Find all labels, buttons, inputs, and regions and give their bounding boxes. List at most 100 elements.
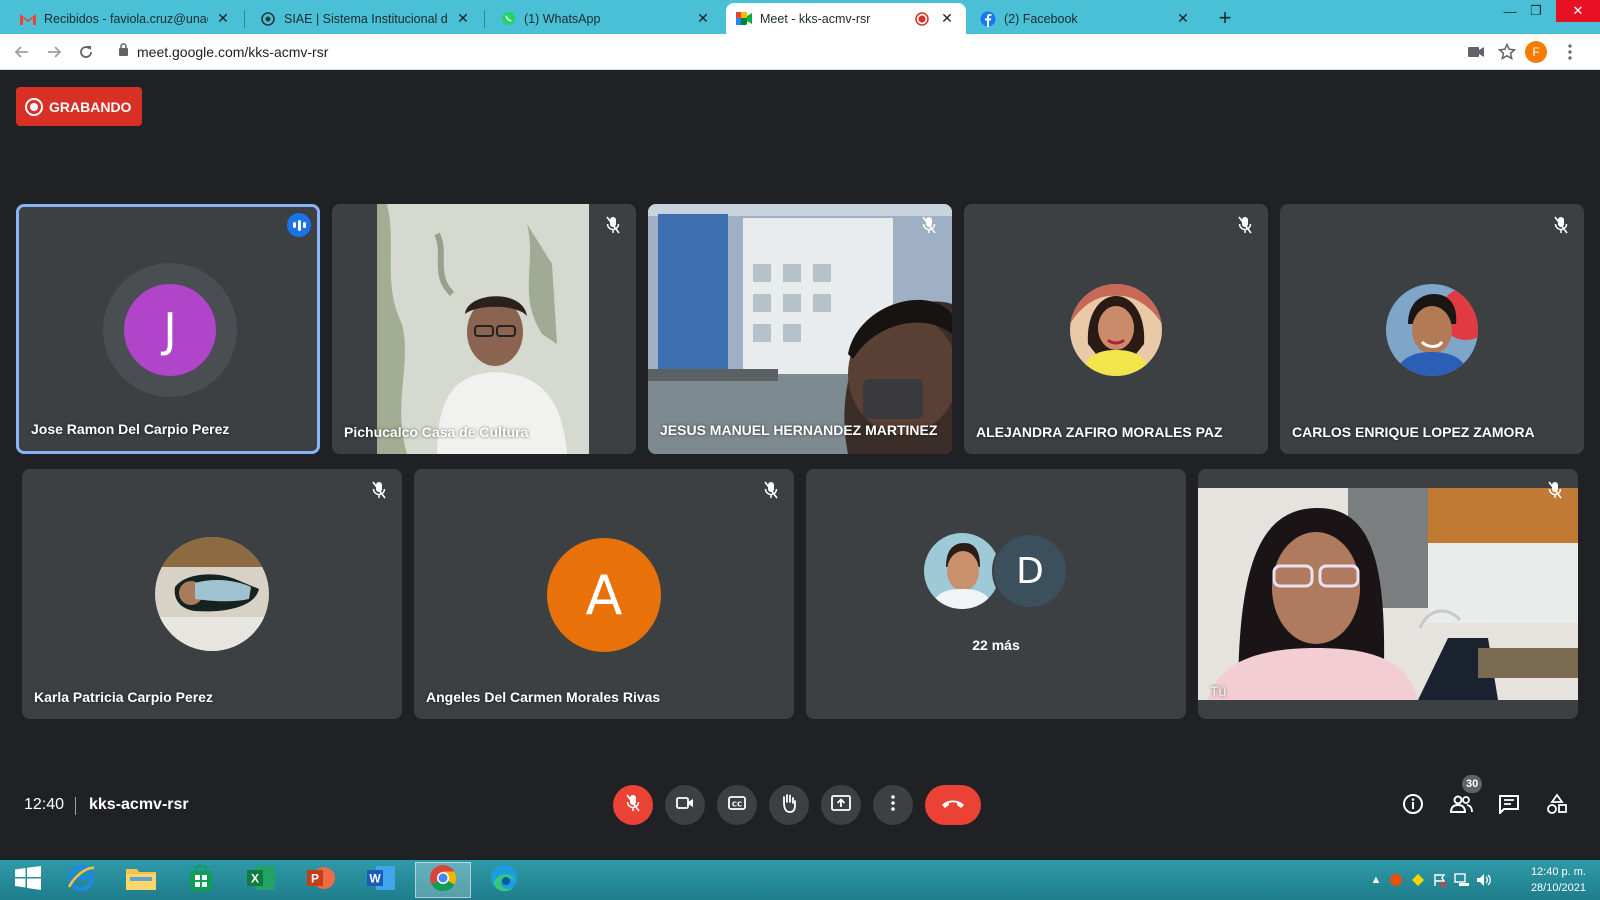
tray-expand-icon[interactable]: ▲	[1368, 872, 1384, 888]
url-bar[interactable]: meet.google.com/kks-acmv-rsr	[108, 39, 1488, 65]
antivirus-icon[interactable]	[1388, 872, 1404, 888]
network-icon[interactable]	[1454, 872, 1470, 888]
activities-button[interactable]	[1543, 792, 1571, 820]
meet-icon	[736, 11, 752, 27]
mic-off-icon	[368, 479, 390, 501]
mic-off-icon	[760, 479, 782, 501]
leave-call-button[interactable]	[925, 785, 981, 825]
more-participants-tile[interactable]: D 22 más	[806, 469, 1186, 719]
tab-gmail[interactable]: Recibidos - faviola.cruz@unach.m ✕	[10, 3, 242, 34]
camera-toggle-button[interactable]	[665, 785, 705, 825]
chrome-icon	[428, 863, 458, 898]
excel-button[interactable]: X	[233, 862, 289, 898]
meeting-time: 12:40	[24, 796, 65, 813]
participant-video	[377, 204, 589, 454]
recording-badge[interactable]: GRABANDO	[16, 87, 142, 126]
more-options-button[interactable]	[873, 785, 913, 825]
meeting-details-button[interactable]	[1399, 792, 1427, 820]
tab-title: Meet - kks-acmv-rsr	[760, 11, 871, 26]
participant-tile[interactable]: A Angeles Del Carmen Morales Rivas	[414, 469, 794, 719]
facebook-icon	[980, 11, 996, 27]
close-icon[interactable]: ✕	[694, 10, 712, 28]
security-center-icon[interactable]	[1410, 872, 1426, 888]
folder-icon	[125, 865, 157, 896]
people-icon	[1449, 795, 1473, 818]
windows-taskbar: X P W ▲ 12:40 p. m. 28/10/2021	[0, 860, 1600, 900]
tab-siae[interactable]: SIAE | Sistema Institucional de Ac ✕	[250, 3, 482, 34]
tab-separator	[244, 10, 245, 28]
tab-facebook[interactable]: (2) Facebook ✕	[970, 3, 1202, 34]
participant-photo	[924, 533, 1000, 609]
participant-name: CARLOS ENRIQUE LOPEZ ZAMORA	[1292, 424, 1535, 440]
internet-explorer-button[interactable]	[53, 862, 109, 898]
participant-tile[interactable]: ALEJANDRA ZAFIRO MORALES PAZ	[964, 204, 1268, 454]
close-icon[interactable]: ✕	[214, 10, 232, 28]
mic-off-icon	[1234, 214, 1256, 236]
new-tab-button[interactable]: +	[1212, 5, 1238, 31]
participant-tile[interactable]: CARLOS ENRIQUE LOPEZ ZAMORA	[1280, 204, 1584, 454]
gmail-icon	[20, 11, 36, 27]
svg-text:CC: CC	[732, 800, 742, 808]
back-icon[interactable]	[10, 40, 34, 64]
forward-icon[interactable]	[42, 40, 66, 64]
clock-date: 28/10/2021	[1530, 882, 1586, 894]
lock-icon[interactable]	[118, 43, 129, 61]
close-icon[interactable]: ✕	[1174, 10, 1192, 28]
profile-avatar[interactable]: F	[1525, 41, 1547, 63]
meeting-code: kks-acmv-rsr	[89, 796, 189, 813]
tab-whatsapp[interactable]: (1) WhatsApp ✕	[490, 3, 722, 34]
participant-photo	[1386, 284, 1478, 376]
window-close-icon[interactable]: ✕	[1556, 0, 1600, 22]
powerpoint-button[interactable]: P	[293, 862, 349, 898]
clock-time: 12:40 p. m.	[1530, 866, 1586, 878]
participant-tile[interactable]: Pichucalco Casa de Cultura	[332, 204, 636, 454]
participant-photo	[155, 537, 269, 651]
system-clock[interactable]: 12:40 p. m. 28/10/2021	[1531, 864, 1586, 896]
people-button[interactable]	[1447, 792, 1475, 820]
camera-in-use-icon[interactable]	[1464, 40, 1488, 64]
bookmark-star-icon[interactable]	[1495, 40, 1519, 64]
file-explorer-button[interactable]	[113, 862, 169, 898]
close-icon[interactable]: ✕	[938, 10, 956, 28]
excel-icon: X	[246, 864, 276, 897]
present-screen-button[interactable]	[821, 785, 861, 825]
chat-button[interactable]	[1495, 792, 1523, 820]
more-participants-label: 22 más	[972, 637, 1020, 653]
participant-name: Karla Patricia Carpio Perez	[34, 689, 213, 705]
volume-icon[interactable]	[1476, 872, 1492, 888]
participant-tile[interactable]: Karla Patricia Carpio Perez	[22, 469, 402, 719]
more-vertical-icon	[891, 794, 895, 816]
self-label: Tú	[1210, 683, 1227, 699]
word-button[interactable]: W	[353, 862, 409, 898]
divider	[75, 797, 76, 815]
restore-icon[interactable]: ❐	[1514, 0, 1558, 22]
raise-hand-button[interactable]	[769, 785, 809, 825]
self-tile[interactable]: Tú	[1198, 469, 1578, 719]
browser-menu-icon[interactable]	[1558, 40, 1582, 64]
tab-title: SIAE | Sistema Institucional de Ac	[284, 11, 448, 26]
svg-text:P: P	[311, 871, 319, 885]
closed-captions-icon: CC	[728, 795, 746, 815]
avatar: J	[124, 284, 216, 376]
siae-icon	[260, 11, 276, 27]
participant-tile[interactable]: JESUS MANUEL HERNANDEZ MARTINEZ	[648, 204, 952, 454]
self-video	[1198, 488, 1578, 700]
reload-icon[interactable]	[74, 40, 98, 64]
record-icon	[25, 97, 43, 116]
windows-start-button[interactable]	[0, 862, 56, 898]
participant-tile[interactable]: J Jose Ramon Del Carpio Perez	[16, 204, 320, 454]
address-bar: meet.google.com/kks-acmv-rsr F	[0, 34, 1600, 70]
captions-button[interactable]: CC	[717, 785, 757, 825]
flag-icon[interactable]	[1432, 872, 1448, 888]
edge-button[interactable]	[476, 862, 532, 898]
powerpoint-icon: P	[306, 864, 336, 897]
close-icon[interactable]: ✕	[454, 10, 472, 28]
mic-off-icon	[602, 214, 624, 236]
chrome-button[interactable]	[415, 862, 471, 898]
store-button[interactable]	[173, 862, 229, 898]
hang-up-icon	[941, 796, 965, 814]
mic-toggle-button[interactable]	[613, 785, 653, 825]
internet-explorer-icon	[66, 863, 96, 898]
url-text: meet.google.com/kks-acmv-rsr	[137, 44, 329, 60]
tab-meet[interactable]: Meet - kks-acmv-rsr ✕	[726, 3, 966, 34]
